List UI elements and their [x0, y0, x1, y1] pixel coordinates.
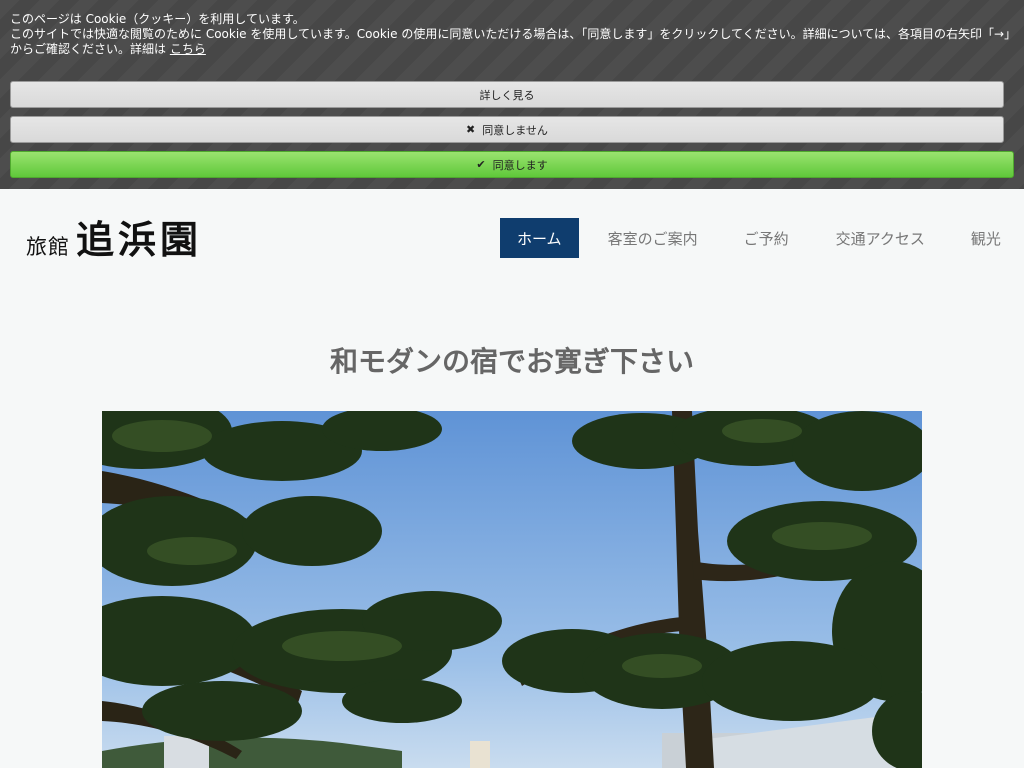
hero-photo-pine-trees [102, 411, 922, 768]
logo-main-text: 追浜園 [76, 217, 203, 262]
site-logo[interactable]: 旅館 追浜園 [26, 217, 202, 261]
hero-image [102, 411, 922, 768]
cookie-details-label: 詳しく見る [479, 88, 535, 102]
cookie-message-title: このページは Cookie（クッキー）を利用しています。 [10, 12, 305, 26]
nav-item-sightseeing[interactable]: 観光 [971, 218, 1001, 258]
cookie-banner: このページは Cookie（クッキー）を利用しています。 このサイトでは快適な閲… [0, 0, 1024, 189]
main-nav: ホーム 客室のご案内 ご予約 交通アクセス 観光 [500, 218, 1001, 258]
page-title: 和モダンの宿でお寛ぎ下さい [329, 345, 694, 378]
nav-item-rooms[interactable]: 客室のご案内 [608, 218, 698, 258]
cookie-message: このページは Cookie（クッキー）を利用しています。 このサイトでは快適な閲… [10, 12, 1014, 57]
nav-item-access[interactable]: 交通アクセス [836, 218, 925, 258]
nav-item-reservation[interactable]: ご予約 [744, 218, 789, 258]
cookie-accept-label: 同意します [492, 158, 548, 172]
close-icon: ✖ [466, 123, 476, 136]
cookie-decline-label: 同意しません [482, 123, 548, 137]
site-header: 旅館 追浜園 ホーム 客室のご案内 ご予約 交通アクセス 観光 [0, 189, 1024, 279]
check-icon: ✔ [476, 158, 486, 171]
nav-item-home[interactable]: ホーム [500, 218, 579, 258]
cookie-accept-button[interactable]: ✔ 同意します [10, 151, 1014, 178]
logo-small-text: 旅館 [26, 235, 70, 259]
cookie-details-link[interactable]: こちら [170, 42, 206, 56]
cookie-decline-button[interactable]: ✖ 同意しません [10, 116, 1004, 143]
cookie-message-body: このサイトでは快適な閲覧のために Cookie を使用しています。Cookie … [10, 27, 1011, 56]
cookie-details-button[interactable]: 詳しく見る [10, 81, 1004, 108]
